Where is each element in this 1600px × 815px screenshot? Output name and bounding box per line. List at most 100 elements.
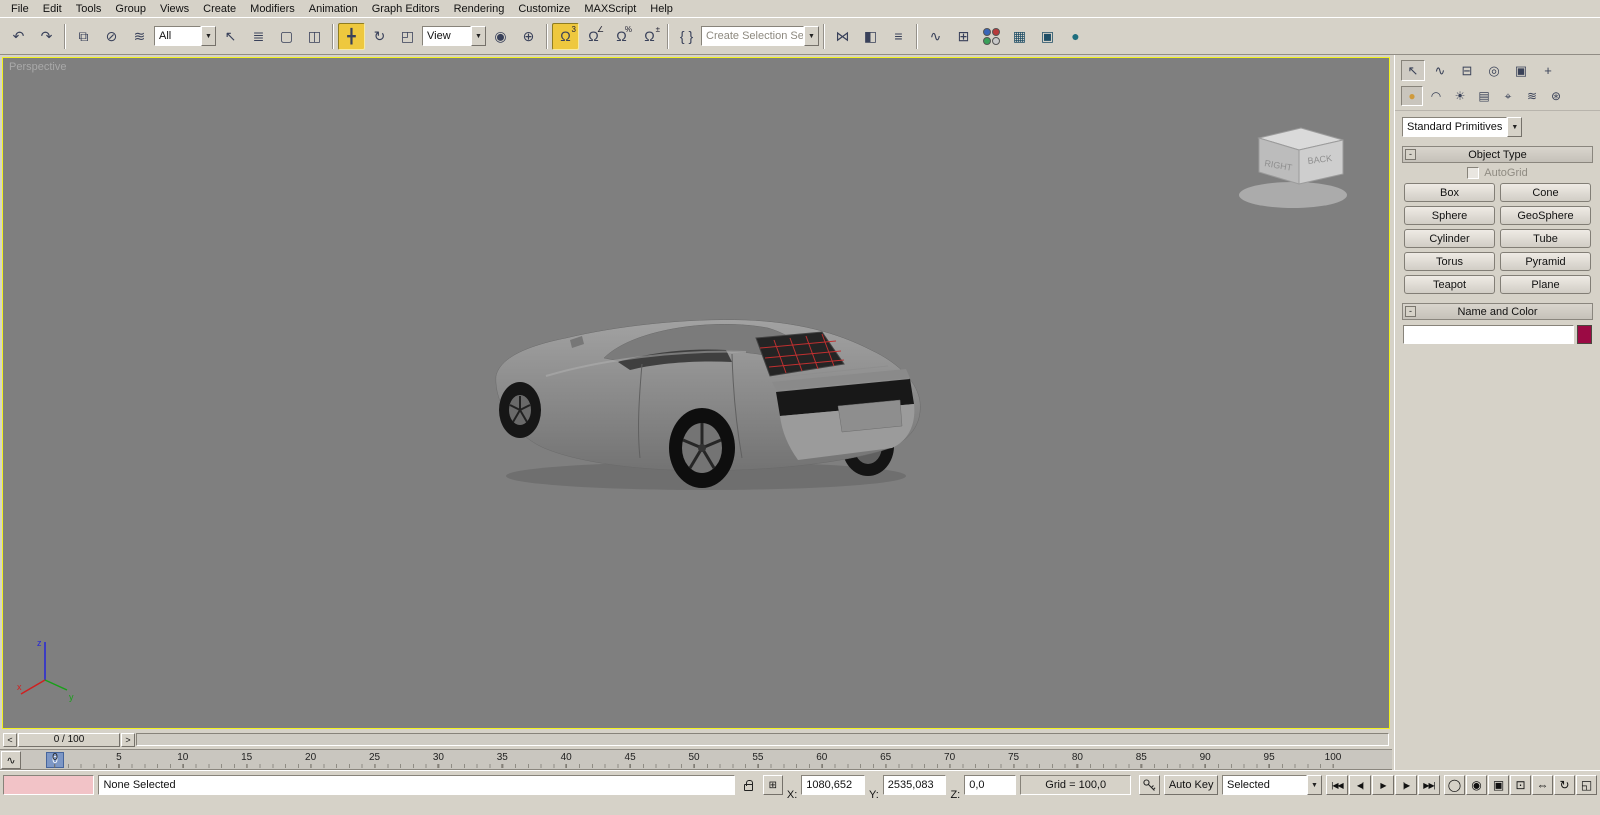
frame-tick-45[interactable]: 45 <box>625 752 636 768</box>
object-type-box[interactable]: Box <box>1404 183 1495 202</box>
tab-utilities[interactable]: + <box>1536 60 1560 81</box>
named-selection-set-dropdown[interactable]: Create Selection Set ▼ <box>701 26 819 46</box>
maximize-viewport-button[interactable]: ◱ <box>1576 775 1597 795</box>
zoom-extents-button[interactable]: ▣ <box>1488 775 1509 795</box>
frame-tick-35[interactable]: 35 <box>497 752 508 768</box>
maxscript-mini-listener[interactable] <box>3 775 95 795</box>
previous-frame-button[interactable]: ◀| <box>1349 775 1371 795</box>
next-frame-button[interactable]: |▶ <box>1395 775 1417 795</box>
auto-key-button[interactable]: Auto Key <box>1164 775 1218 795</box>
percent-snap-toggle-icon[interactable]: Ω% <box>608 23 635 50</box>
key-filter-dropdown[interactable]: Selected ▼ <box>1222 775 1322 795</box>
object-name-input[interactable] <box>1403 325 1574 344</box>
category-shapes[interactable]: ◠ <box>1425 86 1447 106</box>
frame-tick-100[interactable]: 100 <box>1325 752 1341 768</box>
viewcube[interactable]: RIGHT BACK <box>1231 118 1371 213</box>
orbit-button[interactable]: ↻ <box>1554 775 1575 795</box>
unlink-selection-icon[interactable]: ⊘ <box>98 23 125 50</box>
frame-tick-25[interactable]: 25 <box>369 752 380 768</box>
bind-to-space-warp-icon[interactable]: ≋ <box>126 23 153 50</box>
track-bar[interactable]: ∿ 0 0 5 10 15 20 25 30 35 40 45 50 55 60 65 70 75 80 85 90… <box>0 749 1392 770</box>
object-type-geosphere[interactable]: GeoSphere <box>1500 206 1591 225</box>
frame-tick-85[interactable]: 85 <box>1136 752 1147 768</box>
frame-tick-40[interactable]: 40 <box>561 752 572 768</box>
tab-create[interactable]: ↖ <box>1401 60 1425 81</box>
frame-tick-80[interactable]: 80 <box>1072 752 1083 768</box>
object-type-tube[interactable]: Tube <box>1500 229 1591 248</box>
autogrid-checkbox[interactable] <box>1467 167 1480 179</box>
menu-create[interactable]: Create <box>196 2 243 16</box>
z-coordinate-field[interactable]: 0,0 <box>964 775 1016 795</box>
selection-lock-toggle[interactable] <box>739 775 759 795</box>
name-color-rollout-header[interactable]: - Name and Color <box>1402 303 1593 320</box>
category-space-warps[interactable]: ≋ <box>1521 86 1543 106</box>
undo-icon[interactable]: ↶ <box>5 23 32 50</box>
frame-tick-95[interactable]: 95 <box>1264 752 1275 768</box>
object-type-torus[interactable]: Torus <box>1404 252 1495 271</box>
align-icon[interactable]: ◧ <box>857 23 884 50</box>
frame-tick-75[interactable]: 75 <box>1008 752 1019 768</box>
absolute-offset-mode-toggle[interactable]: ⊞ <box>762 775 783 795</box>
tab-motion[interactable]: ◎ <box>1482 60 1506 81</box>
select-and-uniform-scale-icon[interactable]: ◰ <box>394 23 421 50</box>
select-and-link-icon[interactable]: ⧉ <box>70 23 97 50</box>
object-type-sphere[interactable]: Sphere <box>1404 206 1495 225</box>
window-crossing-toggle-icon[interactable]: ◫ <box>301 23 328 50</box>
rectangular-selection-region-icon[interactable]: ▢ <box>273 23 300 50</box>
select-and-manipulate-icon[interactable]: ⊕ <box>515 23 542 50</box>
tab-display[interactable]: ▣ <box>1509 60 1533 81</box>
angle-snap-toggle-icon[interactable]: Ω ∠ <box>580 23 607 50</box>
go-to-end-button[interactable]: ▶▶| <box>1418 775 1440 795</box>
frame-tick-30[interactable]: 30 <box>433 752 444 768</box>
pan-button[interactable]: ⇔ <box>1532 775 1553 795</box>
reference-coordinate-system-dropdown[interactable]: View ▼ <box>422 26 486 46</box>
menu-rendering[interactable]: Rendering <box>447 2 512 16</box>
play-button[interactable]: ▶ <box>1372 775 1394 795</box>
set-key-button[interactable] <box>1139 775 1161 795</box>
select-and-rotate-icon[interactable]: ↻ <box>366 23 393 50</box>
chevron-down-icon[interactable]: ▼ <box>1307 775 1322 795</box>
chevron-down-icon[interactable]: ▼ <box>201 26 216 46</box>
chevron-down-icon[interactable]: ▼ <box>471 26 486 46</box>
object-type-plane[interactable]: Plane <box>1500 275 1591 294</box>
frame-tick-70[interactable]: 70 <box>944 752 955 768</box>
selection-filter-dropdown[interactable]: All ▼ <box>154 26 216 46</box>
menu-views[interactable]: Views <box>153 2 196 16</box>
collapse-icon[interactable]: - <box>1405 306 1416 317</box>
edit-named-selection-sets-icon[interactable]: { } <box>673 23 700 50</box>
object-type-cone[interactable]: Cone <box>1500 183 1591 202</box>
tab-hierarchy[interactable]: ⊟ <box>1455 60 1479 81</box>
viewport-perspective[interactable]: Perspective RIGHT BACK z x y <box>2 57 1390 729</box>
menu-customize[interactable]: Customize <box>511 2 577 16</box>
menu-modifiers[interactable]: Modifiers <box>243 2 302 16</box>
object-color-swatch[interactable] <box>1577 325 1592 344</box>
category-systems[interactable]: ⊛ <box>1545 86 1567 106</box>
frame-tick-65[interactable]: 65 <box>880 752 891 768</box>
render-setup-icon[interactable]: ▦ <box>1006 23 1033 50</box>
menu-maxscript[interactable]: MAXScript <box>577 2 643 16</box>
frame-tick-0[interactable]: 0 <box>52 752 58 768</box>
menu-group[interactable]: Group <box>108 2 153 16</box>
schematic-view-icon[interactable]: ⊞ <box>950 23 977 50</box>
menu-tools[interactable]: Tools <box>69 2 109 16</box>
time-slider-track[interactable] <box>136 733 1389 746</box>
frame-tick-55[interactable]: 55 <box>752 752 763 768</box>
category-lights[interactable]: ☀ <box>1449 86 1471 106</box>
y-coordinate-field[interactable]: 2535,083 <box>882 775 947 795</box>
mirror-icon[interactable]: ⋈ <box>829 23 856 50</box>
zoom-button[interactable]: ◯ <box>1444 775 1465 795</box>
curve-editor-icon[interactable]: ∿ <box>922 23 949 50</box>
menu-graph-editors[interactable]: Graph Editors <box>365 2 447 16</box>
chevron-down-icon[interactable]: ▼ <box>1507 117 1523 137</box>
use-pivot-point-center-icon[interactable]: ◉ <box>487 23 514 50</box>
object-type-teapot[interactable]: Teapot <box>1404 275 1495 294</box>
mini-curve-editor-button[interactable]: ∿ <box>1 751 21 769</box>
category-cameras[interactable]: ▤ <box>1473 86 1495 106</box>
frame-tick-5[interactable]: 5 <box>116 752 122 768</box>
render-production-icon[interactable]: ● <box>1062 23 1089 50</box>
rendered-frame-window-icon[interactable]: ▣ <box>1034 23 1061 50</box>
select-and-move-icon[interactable]: ╋ <box>338 22 365 50</box>
time-slider-next-button[interactable]: > <box>121 732 135 747</box>
spinner-snap-toggle-icon[interactable]: Ω ± <box>636 23 663 50</box>
chevron-down-icon[interactable]: ▼ <box>804 26 819 46</box>
